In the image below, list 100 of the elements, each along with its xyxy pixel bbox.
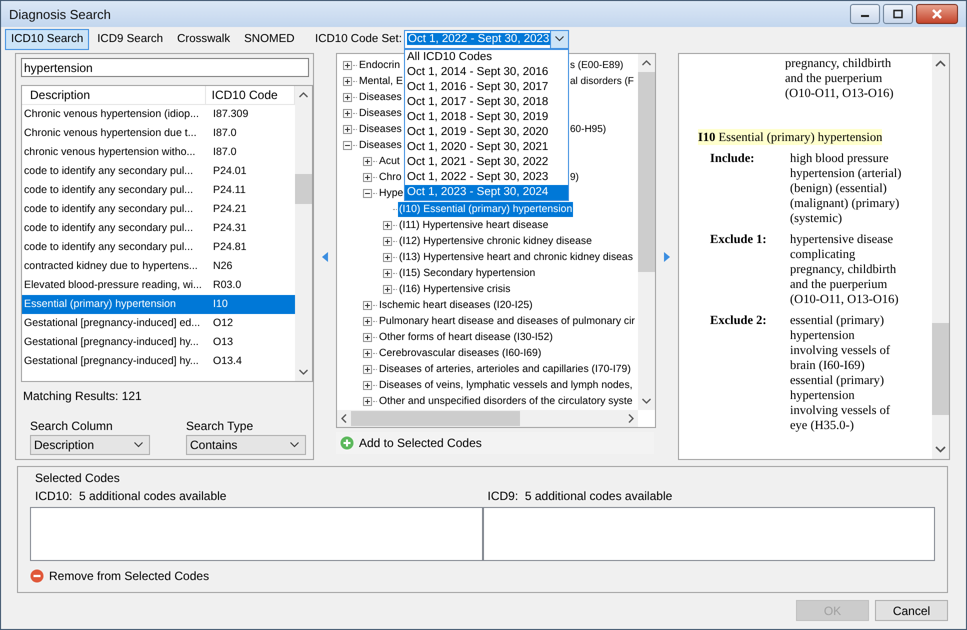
result-row[interactable]: Essential (primary) hypertension I10 [22,295,295,314]
result-row[interactable]: Chronic venous hypertension due t... I87.0 [22,124,295,143]
tree-item[interactable]: Chro [378,170,403,184]
tree-item[interactable]: Diseases [358,122,403,136]
tree-item[interactable]: s (E00-E89) [570,58,624,72]
expander-icon[interactable] [343,108,352,118]
filter-dropdown[interactable]: Contains [186,435,306,455]
dropdown-option[interactable]: Oct 1, 2023 - Sept 30, 2024 [405,184,568,200]
result-row[interactable]: code to identify any secondary pul... P24.11 [22,181,295,200]
expander-icon[interactable] [363,348,372,358]
triangle-right-icon[interactable] [664,252,670,262]
dropdown-option[interactable]: Oct 1, 2014 - Sept 30, 2016 [405,64,568,80]
tree-item[interactable]: (I11) Hypertensive heart disease [398,218,550,232]
tree-item[interactable]: (I15) Secondary hypertension [398,266,536,280]
expander-icon[interactable] [363,188,372,198]
dialog-button[interactable]: Cancel [875,600,948,621]
selected-codes-list[interactable] [482,507,935,561]
expander-icon[interactable] [383,252,392,262]
expander-icon[interactable] [383,284,392,294]
expander-icon[interactable] [383,268,392,278]
result-row[interactable]: code to identify any secondary pul... P24.81 [22,238,295,257]
tab[interactable]: ICD10 Search [5,28,90,50]
result-row[interactable]: Gestational [pregnancy-induced] hy... O13 [22,333,295,352]
tree-item[interactable]: Other forms of heart disease (I30-I52) [378,330,554,344]
dropdown-option[interactable]: Oct 1, 2019 - Sept 30, 2020 [405,124,568,140]
expander-icon[interactable] [343,76,352,86]
tree-item[interactable]: Diseases [358,138,403,152]
result-row[interactable]: Gestational [pregnancy-induced] ed... O12 [22,314,295,333]
result-row[interactable]: Gestational [pregnancy-induced] hy... O13.4 [22,352,295,371]
expander-icon[interactable] [363,300,372,310]
dropdown-option[interactable]: Oct 1, 2022 - Sept 30, 2023 [405,170,568,184]
tree-item[interactable]: Diseases [358,106,403,120]
tree-item[interactable]: al disorders (F [570,74,634,88]
scrollbar-thumb[interactable] [351,411,520,426]
dropdown-option[interactable]: Oct 1, 2018 - Sept 30, 2019 [405,110,568,124]
result-row[interactable]: code to identify any secondary pul... P24.01 [22,162,295,181]
results-count: Matching Results: 121 [23,389,143,403]
tree-item[interactable]: Ischemic heart diseases (I20-I25) [378,298,534,312]
expander-icon[interactable] [363,396,372,406]
result-row[interactable]: chronic venous hypertension witho... I87.0 [22,143,295,162]
detail-text: complicating [790,247,856,262]
tree-item[interactable]: 9) [570,170,579,184]
tree-item[interactable]: Hype [378,186,404,200]
close-button[interactable] [916,4,958,24]
expander-icon[interactable] [363,316,372,326]
tree-item[interactable]: (I16) Hypertensive crisis [398,282,512,296]
tree-item[interactable]: 60-H95) [570,122,606,136]
expander-icon[interactable] [343,92,352,102]
tree-item[interactable]: Diseases [358,90,403,104]
dropdown-option[interactable]: Oct 1, 2021 - Sept 30, 2022 [405,154,568,170]
tree-item[interactable]: Diseases of veins, lymphatic vessels and lymph nodes, [378,378,634,392]
scrollbar[interactable] [295,86,312,381]
code-set-dropdown[interactable]: Oct 1, 2022 - Sept 30, 2023 [404,30,569,48]
scrollbar-thumb[interactable] [295,174,312,204]
tree-item[interactable]: (I13) Hypertensive heart and chronic kidney diseas [398,250,634,264]
expander-icon[interactable] [363,156,372,166]
expander-icon[interactable] [363,332,372,342]
tree-item[interactable]: Cerebrovascular diseases (I60-I69) [378,346,542,360]
tree-item[interactable]: (I10) Essential (primary) hypertension [398,202,574,216]
expander-icon[interactable] [383,236,392,246]
expander-icon[interactable] [363,380,372,390]
maximize-button[interactable] [883,4,913,24]
tab[interactable]: Crosswalk [171,28,236,50]
result-row[interactable]: code to identify any secondary pul... P24.21 [22,200,295,219]
tree-item[interactable]: Pulmonary heart disease and diseases of pulmonary cir [378,314,636,328]
selected-codes-list[interactable] [30,507,482,561]
tab[interactable]: ICD9 Search [91,28,170,50]
search-field[interactable]: hypertension [21,58,309,77]
expander-icon[interactable] [363,364,372,374]
horizontal-scrollbar[interactable] [337,410,638,427]
triangle-left-icon[interactable] [322,252,328,262]
tab[interactable]: SNOMED [238,28,301,50]
dropdown-option[interactable]: All ICD10 Codes [405,50,568,64]
column-header[interactable]: Description [22,86,206,104]
tree-item[interactable]: Diseases of arteries, arterioles and capillaries (I70-I79) [378,362,632,376]
tree-item[interactable]: Acut [378,154,401,168]
scrollbar-thumb[interactable] [932,323,949,415]
scrollbar[interactable] [932,54,949,459]
dropdown-option[interactable]: Oct 1, 2016 - Sept 30, 2017 [405,80,568,94]
minimize-button[interactable] [850,4,880,24]
code-heading: I10 Essential (primary) hypertension [698,129,882,145]
scrollbar[interactable] [638,54,655,410]
tree-item[interactable]: Other and unspecified disorders of the circulatory syste [378,394,634,408]
result-row[interactable]: Elevated blood-pressure reading, wi... R03.0 [22,276,295,295]
expander-icon[interactable] [343,124,352,134]
tree-item[interactable]: Mental, E [358,74,404,88]
remove-button[interactable]: Remove from Selected Codes [30,569,210,583]
dropdown-option[interactable]: Oct 1, 2017 - Sept 30, 2018 [405,94,568,110]
expander-icon[interactable] [343,140,352,150]
expander-icon[interactable] [343,60,352,70]
dropdown-option[interactable]: Oct 1, 2020 - Sept 30, 2021 [405,140,568,154]
result-row[interactable]: Chronic venous hypertension (idiop... I87.309 [22,105,295,124]
expander-icon[interactable] [383,220,392,230]
filter-dropdown[interactable]: Description [30,435,150,455]
result-row[interactable]: contracted kidney due to hypertens... N26 [22,257,295,276]
expander-icon[interactable] [363,172,372,182]
result-row[interactable]: code to identify any secondary pul... P24.31 [22,219,295,238]
scrollbar-thumb[interactable] [638,72,655,272]
tree-item[interactable]: (I12) Hypertensive chronic kidney disease [398,234,593,248]
tree-item[interactable]: Endocrin [358,58,402,72]
